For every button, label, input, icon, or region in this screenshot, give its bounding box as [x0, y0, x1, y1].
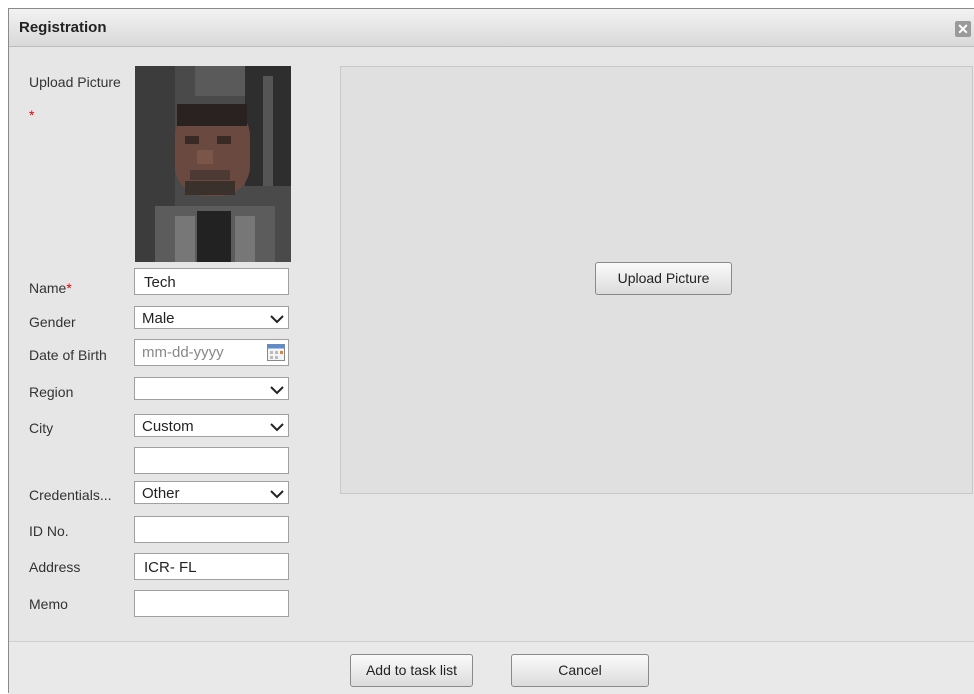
- registration-dialog: Registration ✕ Upload Picture * Name* Te…: [8, 8, 974, 694]
- dialog-title: Registration: [19, 19, 107, 36]
- chevron-down-icon: [270, 423, 284, 432]
- address-input[interactable]: ICR- FL: [134, 553, 289, 580]
- id-label: ID No.: [29, 523, 69, 539]
- memo-input[interactable]: [134, 590, 289, 617]
- chevron-down-icon: [270, 490, 284, 499]
- name-label-text: Name: [29, 280, 67, 296]
- name-input[interactable]: Tech: [134, 268, 289, 295]
- dialog-footer: Add to task list Cancel: [9, 641, 974, 694]
- region-select[interactable]: [134, 377, 289, 400]
- city-value: Custom: [142, 418, 194, 435]
- upload-picture-button[interactable]: Upload Picture: [595, 262, 732, 295]
- chevron-down-icon: [270, 315, 284, 324]
- name-label: Name*: [29, 280, 72, 296]
- memo-label: Memo: [29, 596, 68, 612]
- city-label: City: [29, 420, 54, 436]
- gender-select[interactable]: Male: [134, 306, 289, 329]
- cancel-button[interactable]: Cancel: [511, 654, 649, 687]
- chevron-down-icon: [270, 386, 284, 395]
- address-label: Address: [29, 559, 81, 575]
- credentials-select[interactable]: Other: [134, 481, 289, 504]
- calendar-icon[interactable]: [267, 344, 285, 361]
- gender-label: Gender: [29, 314, 76, 330]
- upload-required-mark: *: [29, 107, 35, 123]
- dob-placeholder: mm-dd-yyyy: [142, 344, 224, 361]
- city-select[interactable]: Custom: [134, 414, 289, 437]
- dialog-titlebar: Registration ✕: [9, 9, 974, 47]
- face-photo: [135, 66, 291, 262]
- add-to-task-list-button[interactable]: Add to task list: [350, 654, 473, 687]
- city-custom-input[interactable]: [134, 447, 289, 474]
- dob-input[interactable]: mm-dd-yyyy: [134, 339, 289, 366]
- gender-value: Male: [142, 310, 175, 327]
- upload-picture-area: Upload Picture: [340, 66, 973, 494]
- region-label: Region: [29, 384, 74, 400]
- upload-picture-label: Upload Picture: [29, 74, 121, 90]
- id-input[interactable]: [134, 516, 289, 543]
- name-required-mark: *: [66, 280, 72, 296]
- face-photo-image: [135, 66, 291, 262]
- dob-label: Date of Birth: [29, 347, 107, 363]
- credentials-label: Credentials...: [29, 487, 112, 503]
- credentials-value: Other: [142, 485, 180, 502]
- close-icon[interactable]: ✕: [955, 21, 971, 37]
